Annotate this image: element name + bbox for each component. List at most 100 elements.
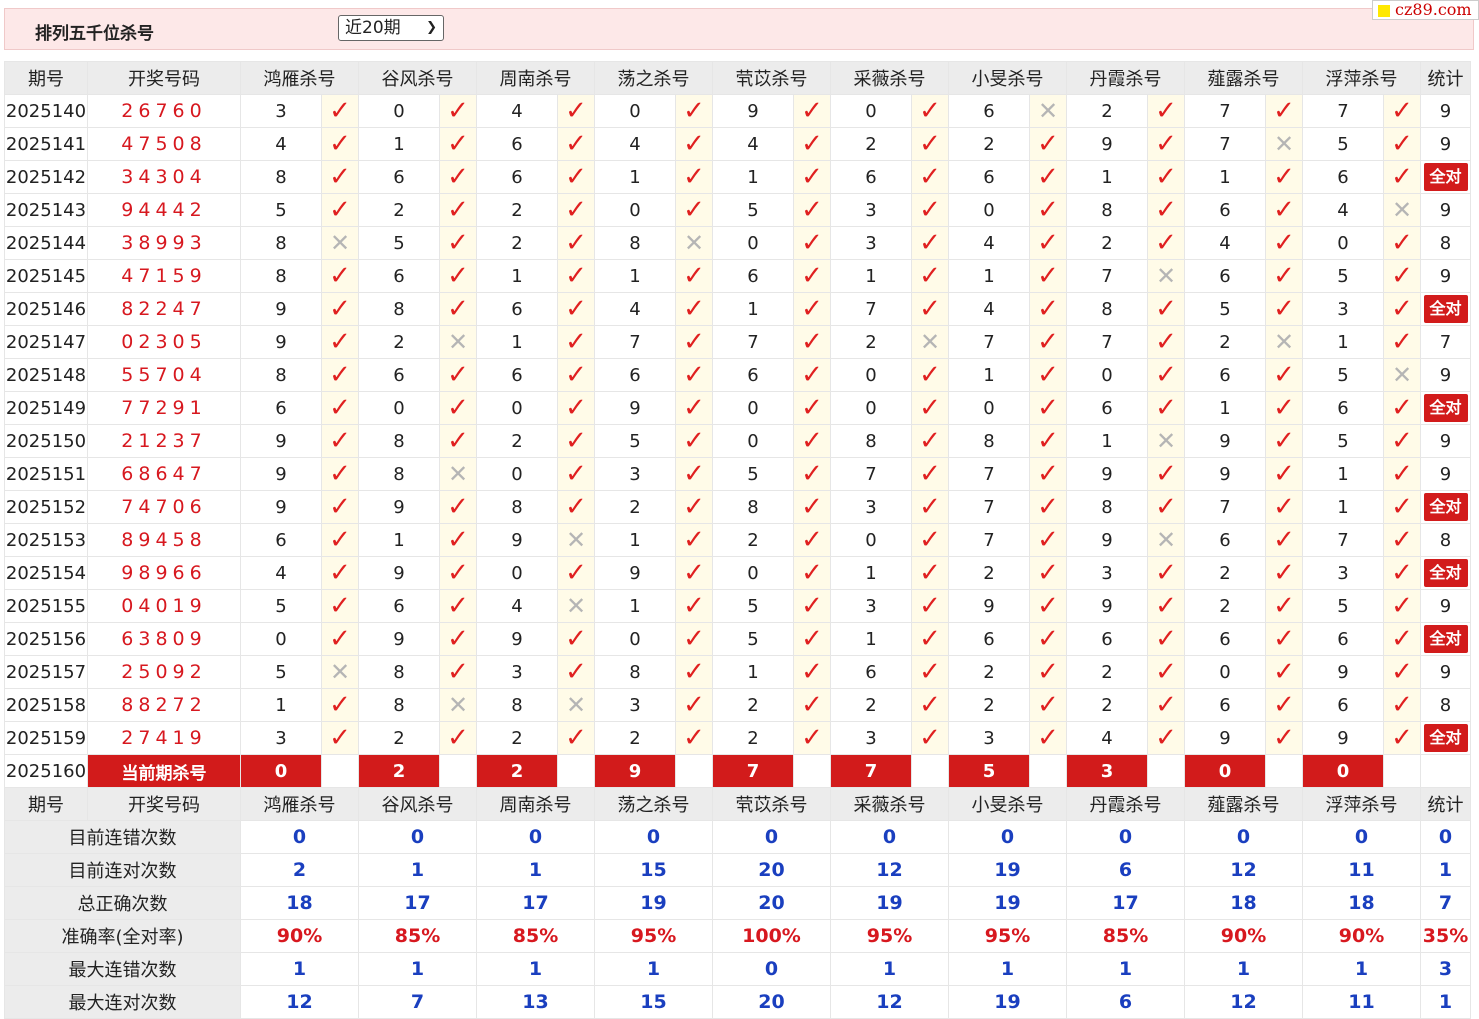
correct-count: 9	[1439, 265, 1452, 287]
result-mark: ✓	[439, 259, 477, 293]
site-logo[interactable]: cz89.com	[1372, 0, 1479, 20]
result-mark: ✓	[1383, 127, 1421, 161]
result-mark: ✓	[793, 457, 831, 491]
row-stat: 9	[1420, 259, 1471, 293]
stat-value: 1	[476, 952, 595, 986]
check-icon: ✓	[565, 657, 587, 687]
stat-label: 准确率(全对率)	[4, 919, 241, 953]
result-mark: ✓	[1383, 391, 1421, 425]
top-bar: 排列五千位杀号 近20期 ❯	[4, 8, 1474, 50]
check-icon: ✓	[329, 96, 351, 126]
stat-value: 19	[594, 886, 713, 920]
col-header: 茕苡杀号	[712, 787, 831, 821]
kill-number: 1	[1184, 160, 1266, 194]
check-icon: ✓	[683, 591, 705, 621]
check-icon: ✓	[1273, 195, 1295, 225]
kill-number: 9	[1066, 127, 1148, 161]
result-mark: ✓	[439, 292, 477, 326]
kill-number: 1	[594, 589, 676, 623]
kill-number: 6	[358, 259, 440, 293]
kill-number: 6	[240, 391, 322, 425]
result-mark: ✓	[793, 556, 831, 590]
kill-number: 1	[712, 160, 794, 194]
result-mark: ✓	[1383, 655, 1421, 689]
current-blank	[1420, 754, 1471, 788]
table-row: 2025154 98966 4 ✓ 9 ✓ 0 ✓ 9 ✓ 0 ✓ 1 ✓ 2 ✓ 3 ✓ 2 ✓ 3 ✓ 全对	[4, 556, 1471, 590]
kill-number: 2	[476, 226, 558, 260]
stat-value: 0	[594, 820, 713, 854]
result-mark: ✓	[1029, 490, 1067, 524]
correct-count: 9	[1439, 430, 1452, 452]
kill-number: 2	[1066, 94, 1148, 128]
check-icon: ✓	[1273, 360, 1295, 390]
check-icon: ✓	[919, 129, 941, 159]
result-mark: ✓	[557, 358, 595, 392]
row-stat: 8	[1420, 688, 1471, 722]
stat-value: 0	[1066, 820, 1185, 854]
result-mark: ✕	[557, 589, 595, 623]
check-icon: ✓	[329, 195, 351, 225]
check-icon: ✓	[329, 162, 351, 192]
result-mark: ✓	[793, 424, 831, 458]
check-icon: ✓	[565, 426, 587, 456]
kill-number: 1	[830, 622, 912, 656]
kill-number: 2	[830, 325, 912, 359]
stat-value: 0	[358, 820, 477, 854]
kill-number: 1	[1302, 490, 1384, 524]
result-mark: ✓	[911, 589, 949, 623]
check-icon: ✓	[801, 162, 823, 192]
period-select[interactable]: 近20期 ❯	[338, 15, 444, 41]
check-icon: ✓	[1273, 459, 1295, 489]
kill-number: 1	[476, 325, 558, 359]
check-icon: ✓	[1273, 558, 1295, 588]
kill-number: 8	[1066, 193, 1148, 227]
kill-number: 8	[358, 457, 440, 491]
draw-number: 98966	[87, 556, 241, 590]
check-icon: ✓	[1155, 492, 1177, 522]
check-icon: ✓	[919, 591, 941, 621]
draw-number: 89458	[87, 523, 241, 557]
kill-number: 0	[476, 391, 558, 425]
draw-number: 02305	[87, 325, 241, 359]
correct-count: 9	[1439, 595, 1452, 617]
current-kill-number: 0	[1184, 754, 1266, 788]
check-icon: ✓	[801, 96, 823, 126]
current-kill-number: 0	[240, 754, 322, 788]
col-header: 周南杀号	[476, 61, 595, 95]
stat-value: 20	[712, 853, 831, 887]
result-mark: ✓	[557, 259, 595, 293]
result-mark: ✓	[1029, 259, 1067, 293]
result-mark: ✓	[439, 490, 477, 524]
kill-number: 0	[1302, 226, 1384, 260]
kill-number: 4	[948, 292, 1030, 326]
cross-icon: ✕	[919, 328, 941, 356]
period-id: 2025144	[4, 226, 88, 260]
kill-number: 1	[476, 259, 558, 293]
check-icon: ✓	[1391, 294, 1413, 324]
result-mark: ✓	[911, 226, 949, 260]
check-icon: ✓	[683, 261, 705, 291]
table-row: 2025145 47159 8 ✓ 6 ✓ 1 ✓ 1 ✓ 6 ✓ 1 ✓ 1 ✓ 7 ✕ 6 ✓ 5 ✓ 9	[4, 259, 1471, 293]
result-mark: ✓	[1029, 523, 1067, 557]
cross-icon: ✕	[329, 229, 351, 257]
period-id: 2025153	[4, 523, 88, 557]
result-mark: ✓	[439, 193, 477, 227]
stat-value: 95%	[594, 919, 713, 953]
check-icon: ✓	[683, 558, 705, 588]
kill-number: 3	[1066, 556, 1148, 590]
check-icon: ✓	[1391, 393, 1413, 423]
all-correct-badge: 全对	[1423, 394, 1468, 422]
stat-value: 12	[240, 985, 359, 1019]
period-id: 2025145	[4, 259, 88, 293]
row-stat: 全对	[1420, 160, 1471, 194]
kill-number: 9	[1066, 457, 1148, 491]
check-icon: ✓	[565, 558, 587, 588]
kill-number: 5	[712, 622, 794, 656]
result-mark: ✓	[439, 226, 477, 260]
kill-number: 3	[830, 193, 912, 227]
table-row: 2025147 02305 9 ✓ 2 ✕ 1 ✓ 7 ✓ 7 ✓ 2 ✕ 7 ✓ 7 ✓ 2 ✕ 1 ✓ 7	[4, 325, 1471, 359]
stat-value: 1	[1420, 853, 1471, 887]
check-icon: ✓	[447, 393, 469, 423]
col-header: 荡之杀号	[594, 787, 713, 821]
result-mark: ✓	[557, 94, 595, 128]
